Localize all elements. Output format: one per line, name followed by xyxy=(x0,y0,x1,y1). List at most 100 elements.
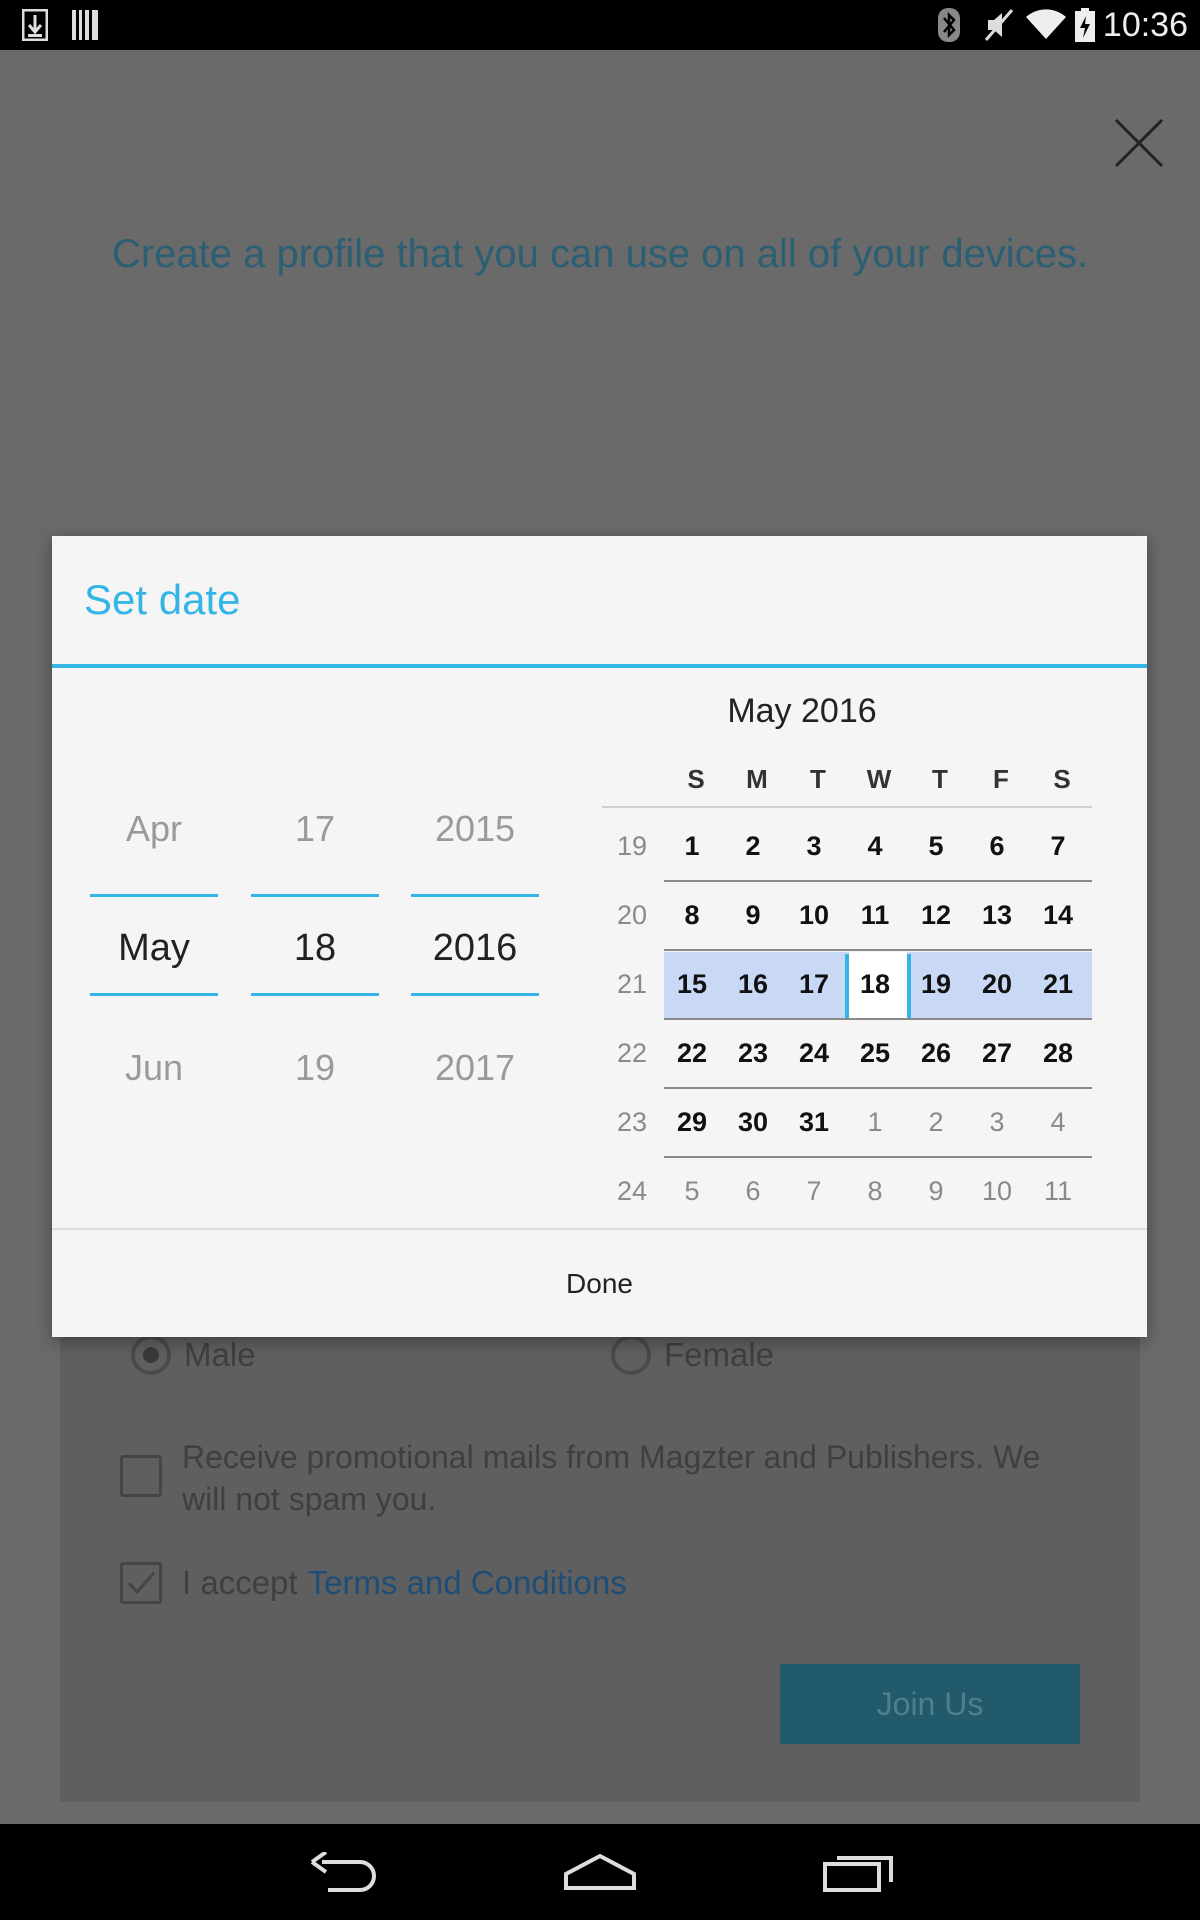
promo-checkbox[interactable] xyxy=(120,1455,162,1497)
calendar-day[interactable]: 20 xyxy=(969,969,1025,1000)
calendar-day[interactable]: 1 xyxy=(847,1107,903,1138)
terms-row: I accept Terms and Conditions xyxy=(182,1564,627,1602)
week-number: 22 xyxy=(616,1038,648,1068)
gender-female-radio[interactable] xyxy=(611,1335,651,1375)
set-date-dialog: Set date Apr May Jun 17 18 19 2015 2016 … xyxy=(52,536,1147,1337)
download-icon xyxy=(22,8,48,42)
calendar-day[interactable]: 13 xyxy=(969,900,1025,931)
calendar-day[interactable]: 7 xyxy=(786,1176,842,1207)
calendar-day[interactable]: 6 xyxy=(725,1176,781,1207)
week-divider xyxy=(664,1018,1092,1020)
week-number: 24 xyxy=(616,1176,648,1206)
calendar-day[interactable]: 12 xyxy=(908,900,964,931)
calendar-day[interactable]: 5 xyxy=(908,831,964,862)
gender-female-label: Female xyxy=(664,1336,775,1373)
month-current[interactable]: May xyxy=(90,927,218,970)
calendar-day[interactable]: 14 xyxy=(1030,900,1086,931)
calendar-day[interactable]: 3 xyxy=(969,1107,1025,1138)
year-next[interactable]: 2017 xyxy=(411,1047,539,1089)
calendar-day[interactable]: 31 xyxy=(786,1107,842,1138)
day-spinner[interactable]: 17 18 19 xyxy=(251,536,379,1236)
calendar-day[interactable]: 4 xyxy=(1030,1107,1086,1138)
page-tagline: Create a profile that you can use on all… xyxy=(111,232,1089,276)
calendar-day[interactable]: 1 xyxy=(664,831,720,862)
week-number: 21 xyxy=(616,969,648,999)
home-icon[interactable] xyxy=(550,1844,650,1900)
year-current[interactable]: 2016 xyxy=(411,927,539,970)
calendar-day[interactable]: 11 xyxy=(1030,1176,1086,1207)
weekday-label: M xyxy=(746,764,768,794)
calendar-day[interactable]: 29 xyxy=(664,1107,720,1138)
calendar-day[interactable]: 22 xyxy=(664,1038,720,1069)
weekday-label: S xyxy=(1053,764,1071,794)
month-prev[interactable]: Apr xyxy=(90,808,218,850)
week-number: 19 xyxy=(616,831,648,861)
day-next[interactable]: 19 xyxy=(251,1047,379,1089)
weekday-label: S xyxy=(687,764,705,794)
calendar-day[interactable]: 30 xyxy=(725,1107,781,1138)
barcode-icon xyxy=(72,8,98,42)
spinner-line xyxy=(411,993,539,996)
weekday-label: T xyxy=(810,764,826,794)
spinner-line xyxy=(90,894,218,897)
calendar-day-selected[interactable]: 18 xyxy=(847,969,903,1000)
calendar-day[interactable]: 10 xyxy=(786,900,842,931)
weekday-label: F xyxy=(993,764,1009,794)
terms-checkbox[interactable] xyxy=(120,1562,162,1604)
navigation-bar xyxy=(0,1824,1200,1920)
status-bar: 10:36 xyxy=(0,0,1200,50)
gender-male-label: Male xyxy=(184,1336,256,1373)
calendar-day[interactable]: 2 xyxy=(725,831,781,862)
year-spinner[interactable]: 2015 2016 2017 xyxy=(411,536,539,1236)
terms-prefix: I accept xyxy=(182,1564,298,1601)
promo-text: Receive promotional mails from Magzter a… xyxy=(182,1439,1041,1517)
calendar-month-header: May 2016 xyxy=(727,692,877,730)
status-time: 10:36 xyxy=(1102,6,1188,44)
calendar-day[interactable]: 3 xyxy=(786,831,842,862)
spinner-line xyxy=(90,993,218,996)
week-divider xyxy=(664,880,1092,882)
calendar-day[interactable]: 11 xyxy=(847,900,903,931)
calendar-day[interactable]: 21 xyxy=(1030,969,1086,1000)
recents-icon[interactable] xyxy=(808,1844,908,1900)
calendar-day[interactable]: 6 xyxy=(969,831,1025,862)
calendar-day[interactable]: 8 xyxy=(847,1176,903,1207)
calendar-day[interactable]: 10 xyxy=(969,1176,1025,1207)
battery-icon xyxy=(1074,8,1096,42)
week-divider xyxy=(664,1156,1092,1158)
bluetooth-icon xyxy=(934,8,964,42)
wifi-icon xyxy=(1026,8,1066,42)
calendar-day[interactable]: 2 xyxy=(908,1107,964,1138)
check-icon xyxy=(127,1571,156,1595)
day-prev[interactable]: 17 xyxy=(251,808,379,850)
spinner-line xyxy=(251,993,379,996)
join-us-button[interactable]: Join Us xyxy=(780,1664,1080,1744)
calendar-day[interactable]: 4 xyxy=(847,831,903,862)
close-icon[interactable] xyxy=(1112,116,1166,170)
month-next[interactable]: Jun xyxy=(90,1047,218,1089)
calendar-day[interactable]: 26 xyxy=(908,1038,964,1069)
calendar-day[interactable]: 23 xyxy=(725,1038,781,1069)
calendar-day[interactable]: 5 xyxy=(664,1176,720,1207)
terms-link[interactable]: Terms and Conditions xyxy=(308,1564,627,1601)
done-button[interactable]: Done xyxy=(52,1230,1147,1337)
calendar-day[interactable]: 9 xyxy=(908,1176,964,1207)
spinner-line xyxy=(251,894,379,897)
calendar-day[interactable]: 19 xyxy=(908,969,964,1000)
calendar-day[interactable]: 28 xyxy=(1030,1038,1086,1069)
calendar-day[interactable]: 17 xyxy=(786,969,842,1000)
calendar-day[interactable]: 8 xyxy=(664,900,720,931)
calendar-day[interactable]: 27 xyxy=(969,1038,1025,1069)
back-icon[interactable] xyxy=(293,1844,393,1900)
day-current[interactable]: 18 xyxy=(251,927,379,970)
calendar-day[interactable]: 24 xyxy=(786,1038,842,1069)
month-spinner[interactable]: Apr May Jun xyxy=(90,536,218,1236)
calendar-day[interactable]: 25 xyxy=(847,1038,903,1069)
calendar-day[interactable]: 9 xyxy=(725,900,781,931)
year-prev[interactable]: 2015 xyxy=(411,808,539,850)
gender-male-radio[interactable] xyxy=(131,1335,171,1375)
calendar-day[interactable]: 7 xyxy=(1030,831,1086,862)
calendar-day[interactable]: 16 xyxy=(725,969,781,1000)
calendar-day[interactable]: 15 xyxy=(664,969,720,1000)
week-number: 23 xyxy=(616,1107,648,1137)
